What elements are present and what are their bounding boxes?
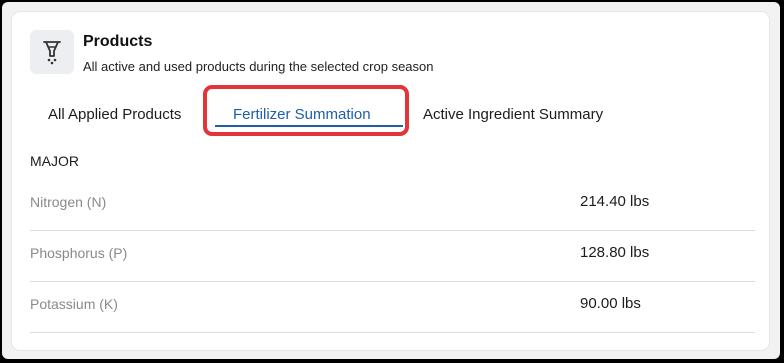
nutrient-list: Nitrogen (N) 214.40 lbs Phosphorus (P) 1…: [30, 180, 755, 333]
card-title: Products: [83, 33, 153, 50]
highlight-annotation: [203, 85, 409, 136]
tab-bar: All Applied Products Fertilizer Summatio…: [12, 85, 769, 140]
nutrient-value: 128.80 lbs: [580, 244, 650, 261]
funnel-flask-icon-glyph: [43, 41, 61, 65]
nutrient-name: Nitrogen (N): [30, 194, 107, 210]
nutrient-row: Potassium (K) 90.00 lbs: [30, 282, 755, 333]
nutrient-value: 214.40 lbs: [580, 193, 650, 210]
tab-active-ingredient-summary[interactable]: Active Ingredient Summary: [423, 106, 603, 123]
nutrient-value: 90.00 lbs: [580, 295, 641, 312]
nutrient-row: Phosphorus (P) 128.80 lbs: [30, 231, 755, 282]
nutrient-name: Potassium (K): [30, 296, 118, 312]
funnel-flask-icon: [30, 30, 74, 74]
section-label-major: MAJOR: [30, 153, 79, 169]
products-card: Products All active and used products du…: [12, 12, 769, 350]
tab-all-applied-products[interactable]: All Applied Products: [48, 106, 181, 123]
card-subtitle: All active and used products during the …: [83, 59, 434, 74]
window-frame: Products All active and used products du…: [2, 2, 780, 359]
nutrient-name: Phosphorus (P): [30, 245, 128, 261]
nutrient-row: Nitrogen (N) 214.40 lbs: [30, 180, 755, 231]
